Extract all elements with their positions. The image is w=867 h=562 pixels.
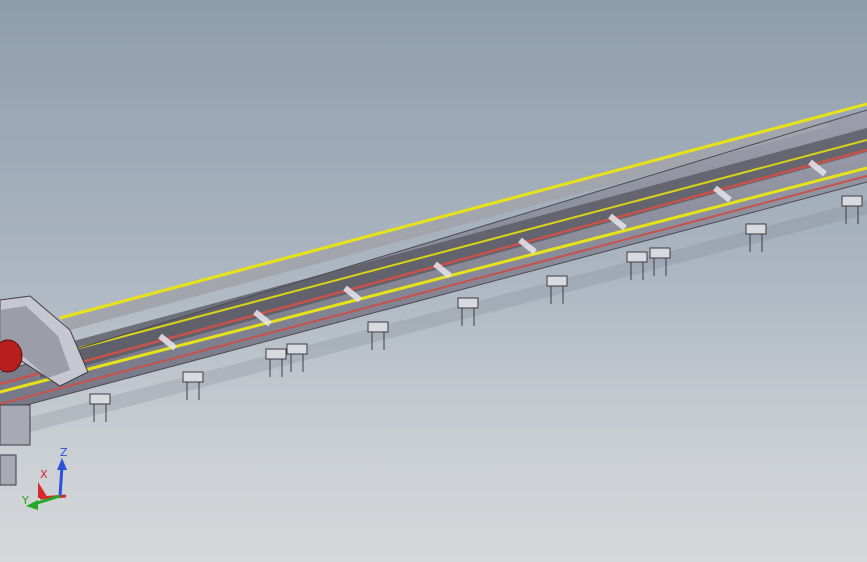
coordinate-triad: X Y Z xyxy=(21,446,68,510)
ground-shadow xyxy=(0,200,867,440)
frame-edge-bottom xyxy=(0,181,867,413)
conveyor-model-view[interactable] xyxy=(0,0,867,562)
upper-belt xyxy=(60,118,830,330)
x-cone xyxy=(38,482,48,498)
z-arrowhead xyxy=(57,458,67,470)
z-axis-label: Z xyxy=(60,446,68,459)
lower-yellow-rail xyxy=(0,166,867,394)
cad-viewport[interactable]: X Y Z xyxy=(0,0,867,562)
red-rail-upper xyxy=(0,148,867,386)
x-axis-label: X xyxy=(40,468,48,481)
red-rail-lower xyxy=(0,175,867,405)
z-axis-line xyxy=(58,465,64,497)
y-axis-label: Y xyxy=(21,494,29,507)
